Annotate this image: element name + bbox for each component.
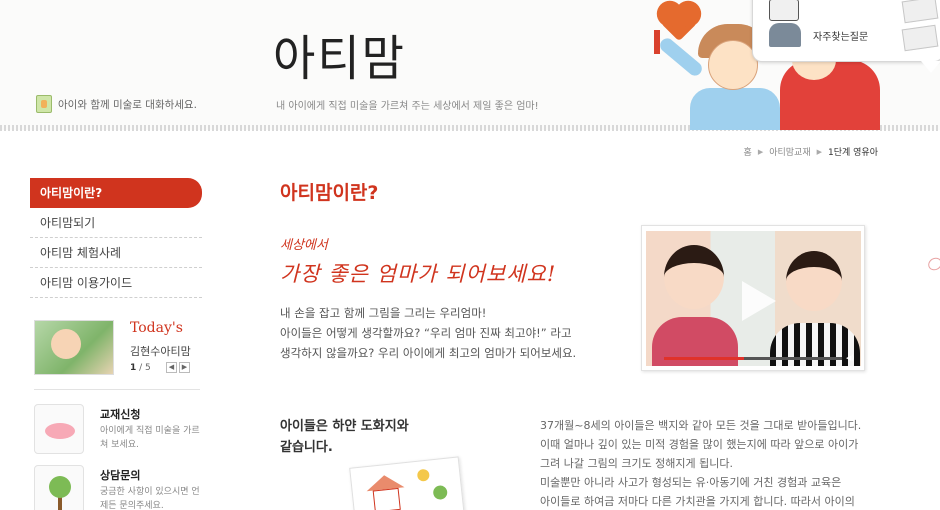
next-arrow-icon[interactable]: ▶ <box>179 362 190 373</box>
child-drawing-image <box>349 456 465 510</box>
quick-link-apply[interactable]: 교재신청 아이에게 직접 미술을 가르쳐 보세요. <box>34 404 204 458</box>
quick-menu-popup: 자주찾는질문 <box>752 0 940 73</box>
quick-link-title: 상담문의 <box>100 469 141 482</box>
quick-link-inquiry[interactable]: 상담문의 궁금한 사항이 있으시면 언제든 문의주세요. <box>34 465 204 510</box>
todays-title: Today's <box>130 320 183 336</box>
boy-head <box>708 40 758 90</box>
script-heading-small: 세상에서 <box>280 238 328 253</box>
girl-left-face <box>664 245 724 309</box>
section-body-line: 이때 얼마나 깊이 있는 미적 경험을 많이 했는지에 따라 앞으로 아이가 <box>540 438 859 451</box>
section-title: 아이들은 하얀 도화지와 같습니다. <box>280 416 409 458</box>
intro-line: 생각하지 않을까요? 우리 아이에게 최고의 엄마가 되어보세요. <box>280 346 577 360</box>
book-icon <box>36 95 52 113</box>
notice-board-icon <box>769 0 799 21</box>
script-heading-big: 가장 좋은 엄마가 되어보세요! <box>280 262 557 286</box>
sun-icon <box>416 468 430 482</box>
breadcrumb-category[interactable]: 아티맘교재 <box>769 145 810 158</box>
prev-arrow-icon[interactable]: ◀ <box>166 362 177 373</box>
fish-icon <box>34 404 84 454</box>
section-title-line: 아이들은 하얀 도화지와 <box>280 419 409 434</box>
pager-current: 1 <box>130 363 137 373</box>
breadcrumb-home[interactable]: 홈 <box>744 145 752 158</box>
tree-icon <box>34 465 84 510</box>
heart-icon <box>660 4 698 42</box>
section-title-line: 같습니다. <box>280 440 333 455</box>
section-body-line: 그려 나갈 그림의 크기도 정해지게 됩니다. <box>540 457 734 470</box>
girl-right-face <box>786 251 842 311</box>
quick-menu-item-faq[interactable]: 자주찾는질문 <box>769 23 868 47</box>
section-body-line: 아이들로 하여금 저마다 다른 가치관을 가지게 합니다. 따라서 아이의 <box>540 495 855 508</box>
volume-icon[interactable]: ◀) <box>846 354 854 362</box>
envelope-icon <box>901 24 939 52</box>
intro-text: 내 손을 잡고 함께 그림을 그리는 우리엄마! 아이들은 어떻게 생각할까요?… <box>280 303 576 363</box>
intro-line: 내 손을 잡고 함께 그림을 그리는 우리엄마! <box>280 306 487 320</box>
site-subtitle: 내 아이에게 직접 미술을 가르쳐 주는 세상에서 제일 좋은 엄마! <box>276 101 539 112</box>
site-header: 아이와 함께 미술로 대화하세요. 아티맘 내 아이에게 직접 미술을 가르쳐 … <box>0 0 940 131</box>
quick-link-title: 교재신청 <box>100 408 141 421</box>
play-icon[interactable] <box>742 281 776 321</box>
tagline: 아이와 함께 미술로 대화하세요. <box>36 95 197 113</box>
todays-name[interactable]: 김현수아티맘 <box>130 343 191 359</box>
mailbox-icon <box>769 23 801 47</box>
nav-item-guide[interactable]: 아티맘 이용가이드 <box>30 268 202 298</box>
breadcrumb-separator-icon: ▶ <box>757 147 764 156</box>
video-player[interactable]: ◀) <box>641 225 865 371</box>
tree-icon <box>432 484 448 501</box>
todays-artimom: Today's 김현수아티맘 1 / 5 ◀ ▶ <box>34 318 200 390</box>
section-body-line: 37개월~8세의 아이들은 백지와 같아 모든 것을 그대로 받아들입니다. <box>540 419 862 432</box>
intro-line: 아이들은 어떻게 생각할까요? “우리 엄마 진짜 최고야!” 라고 <box>280 326 572 340</box>
card-icon <box>901 0 939 24</box>
nav-item-about[interactable]: 아티맘이란? <box>30 178 202 208</box>
video-progress-bar[interactable] <box>664 357 842 360</box>
video-progress-fill <box>664 357 745 360</box>
house-icon <box>372 487 401 510</box>
nav-item-cases[interactable]: 아티맘 체험사례 <box>30 238 202 268</box>
page-title: 아티맘이란? <box>280 182 379 204</box>
video-screen[interactable]: ◀) <box>646 231 861 366</box>
pencil-icon <box>654 30 660 54</box>
tagline-text: 아이와 함께 미술로 대화하세요. <box>58 98 197 111</box>
section-body: 37개월~8세의 아이들은 백지와 같아 모든 것을 그대로 받아들입니다. 이… <box>540 416 875 510</box>
breadcrumb-separator-icon: ▶ <box>816 147 822 156</box>
todays-photo[interactable] <box>34 320 114 375</box>
faq-label: 자주찾는질문 <box>813 31 869 43</box>
nav-item-become[interactable]: 아티맘되기 <box>30 208 202 238</box>
quick-link-desc: 궁금한 사항이 있으시면 언제든 문의주세요. <box>100 487 200 510</box>
sidebar-nav: 아티맘이란? 아티맘되기 아티맘 체험사례 아티맘 이용가이드 <box>30 178 202 298</box>
pager-total: / 5 <box>139 363 151 373</box>
pager-arrows: ◀ ▶ <box>166 362 190 373</box>
decorative-swirl-icon <box>925 255 940 273</box>
breadcrumb: 홈 ▶ 아티맘교재 ▶ 1단계 영유아 <box>744 145 878 159</box>
section-body-line: 미술뿐만 아니라 사고가 형성되는 유·아동기에 거친 경험과 교육은 <box>540 476 842 489</box>
breadcrumb-current: 1단계 영유아 <box>828 148 878 158</box>
quick-link-desc: 아이에게 직접 미술을 가르쳐 보세요. <box>100 426 200 450</box>
quick-menu-item-top[interactable] <box>769 0 799 21</box>
boy-body <box>690 88 780 130</box>
site-logo[interactable]: 아티맘 <box>273 20 406 89</box>
boy-arm <box>657 35 705 79</box>
todays-pager: 1 / 5 <box>130 363 151 373</box>
